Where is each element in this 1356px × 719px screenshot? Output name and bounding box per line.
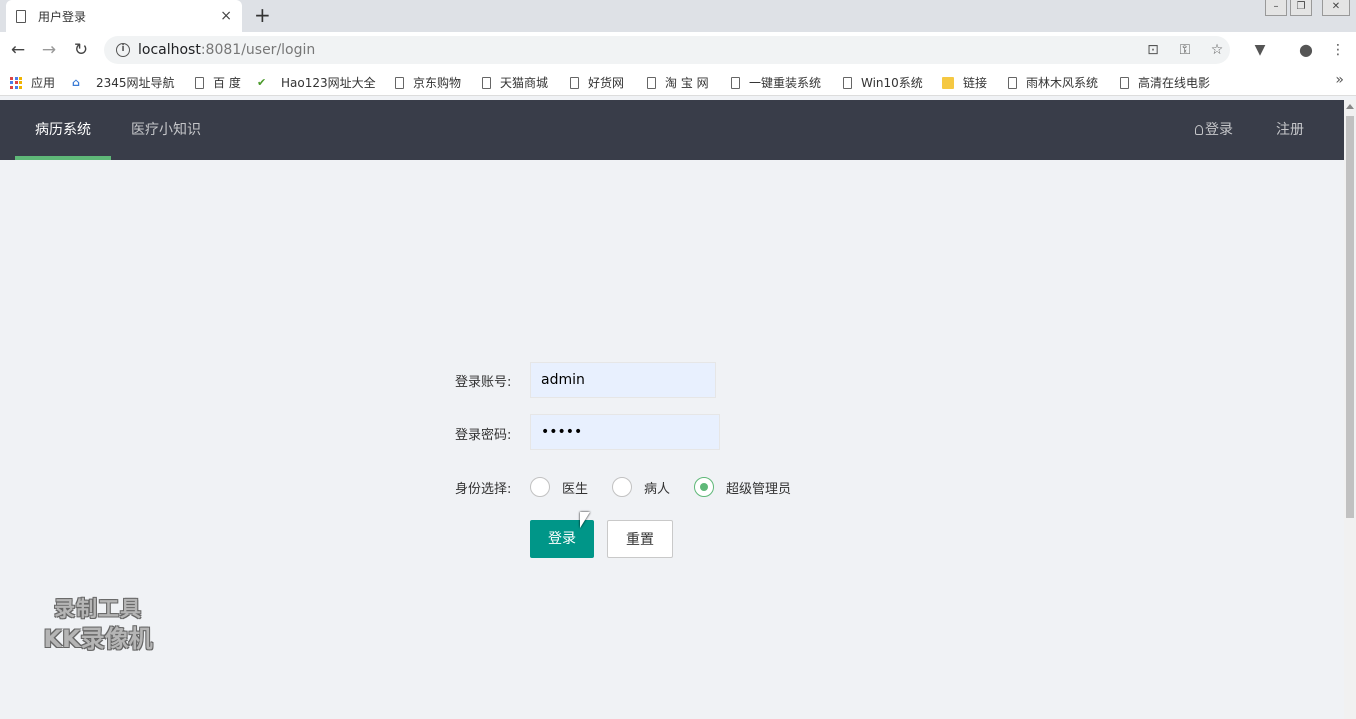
url-host: localhost [138, 42, 201, 58]
reset-button[interactable]: 重置 [607, 520, 673, 558]
nav-active-indicator [15, 156, 111, 160]
bookmark-label: 淘 宝 网 [665, 76, 709, 90]
bookmark-baidu[interactable]: 百 度 [195, 74, 241, 91]
bookmark-label: 百 度 [213, 76, 241, 90]
role-label: 身份选择: [455, 482, 512, 497]
radio-circle-icon [612, 477, 632, 497]
page-icon [482, 76, 491, 89]
scroll-up-icon[interactable] [1346, 104, 1354, 109]
bookmark-ylmf[interactable]: 雨林木风系统 [1008, 74, 1098, 91]
bookmark-label: 天猫商城 [500, 76, 549, 90]
bookmark-label: 2345网址导航 [96, 76, 175, 90]
nav-item-medical-records[interactable]: 病历系统 [35, 100, 91, 160]
bookmark-label: 链接 [963, 76, 988, 90]
minimize-icon[interactable]: – [1265, 0, 1287, 16]
forward-icon[interactable]: → [37, 38, 61, 62]
bookmark-label: 京东购物 [413, 76, 462, 90]
bookmark-apps[interactable]: 应用 [10, 74, 55, 91]
role-radio-super-admin[interactable]: 超级管理员 [694, 477, 791, 497]
page-icon [16, 9, 26, 23]
bookmark-label: 一键重装系统 [749, 76, 822, 90]
account-label: 登录账号: [455, 375, 512, 390]
role-option-label: 病人 [644, 481, 671, 497]
browser-toolbar: ← → ↻ i localhost:8081/user/login ⊡ ⚿ ☆ … [0, 32, 1356, 68]
reload-icon[interactable]: ↻ [69, 38, 93, 62]
browser-tab[interactable]: 用户登录 × [6, 0, 242, 32]
user-icon [1195, 125, 1203, 135]
app-navbar: 病历系统 医疗小知识 登录 注册 [0, 100, 1344, 160]
restore-icon[interactable]: ❐ [1290, 0, 1312, 16]
role-option-label: 医生 [562, 481, 589, 497]
page-content: 病历系统 医疗小知识 登录 注册 登录账号: admin 登录密码: •••••… [0, 100, 1344, 719]
bookmark-movies[interactable]: 高清在线电影 [1120, 74, 1210, 91]
browser-tabstrip: 用户登录 × + – ❐ ✕ [0, 0, 1356, 32]
nav-register-link[interactable]: 注册 [1276, 100, 1304, 160]
key-icon[interactable]: ⚿ [1175, 40, 1195, 60]
info-icon[interactable]: i [116, 43, 130, 57]
close-icon[interactable]: × [220, 8, 232, 24]
bookmark-links[interactable]: 链接 [942, 74, 987, 91]
password-input[interactable]: ••••• [530, 414, 720, 450]
bookmarks-more-icon[interactable]: » [1335, 72, 1344, 88]
window-close-icon[interactable]: ✕ [1322, 0, 1350, 16]
radio-checked-icon [694, 477, 714, 497]
bookmark-label: Win10系统 [861, 76, 923, 90]
nav-login-link[interactable]: 登录 [1195, 100, 1233, 160]
folder-icon [942, 76, 954, 89]
page-icon [1008, 76, 1017, 89]
page-icon [570, 76, 579, 89]
nav-item-medical-knowledge[interactable]: 医疗小知识 [131, 100, 201, 160]
apps-icon [10, 76, 22, 89]
bookmark-jd[interactable]: 京东购物 [395, 74, 461, 91]
bookmark-reinstall[interactable]: 一键重装系统 [731, 74, 821, 91]
page-icon [395, 76, 404, 89]
bookmark-win10[interactable]: Win10系统 [843, 74, 923, 91]
tab-title: 用户登录 [38, 9, 87, 24]
star-icon[interactable]: ☆ [1207, 40, 1227, 60]
bookmark-2345[interactable]: ⌂ 2345网址导航 [72, 74, 175, 91]
page-icon [647, 76, 656, 89]
page-icon [1120, 76, 1129, 89]
role-radio-doctor[interactable]: 医生 [530, 477, 588, 497]
page-scrollbar[interactable] [1344, 100, 1356, 719]
url-path: :8081/user/login [200, 42, 316, 58]
recorder-watermark: 录制工具 KK录像机 [28, 594, 168, 654]
address-bar[interactable]: i localhost:8081/user/login [104, 36, 1230, 64]
mouse-cursor-icon [580, 512, 590, 528]
bookmark-label: 高清在线电影 [1138, 76, 1211, 90]
bookmark-taobao[interactable]: 淘 宝 网 [647, 74, 709, 91]
page-icon [843, 76, 852, 89]
menu-icon[interactable]: ⋮ [1328, 40, 1348, 60]
nav-login-label: 登录 [1205, 122, 1233, 138]
bookmark-hao123[interactable]: ✔ Hao123网址大全 [257, 74, 376, 91]
new-tab-button[interactable]: + [254, 3, 271, 27]
bookmarks-bar: 应用 ⌂ 2345网址导航 百 度 ✔ Hao123网址大全 京东购物 天猫商城… [0, 68, 1356, 96]
scroll-thumb[interactable] [1346, 116, 1354, 518]
bookmark-label: 应用 [31, 76, 56, 90]
bookmark-label: 雨林木风系统 [1026, 76, 1099, 90]
page-icon [195, 76, 204, 89]
bookmark-label: Hao123网址大全 [281, 76, 376, 90]
watermark-line1: 录制工具 [54, 597, 142, 621]
watermark-line2: KK录像机 [43, 625, 153, 653]
profile-icon[interactable]: ● [1296, 40, 1316, 60]
2345-icon: ⌂ [72, 75, 80, 89]
page-icon [731, 76, 740, 89]
radio-circle-icon [530, 477, 550, 497]
bookmark-tmall[interactable]: 天猫商城 [482, 74, 548, 91]
role-option-label: 超级管理员 [726, 481, 792, 497]
bookmark-label: 好货网 [588, 76, 625, 90]
role-radio-patient[interactable]: 病人 [612, 477, 670, 497]
extension-icon[interactable]: ▼ [1250, 40, 1270, 60]
hao123-icon: ✔ [257, 75, 267, 89]
translate-icon[interactable]: ⊡ [1143, 40, 1163, 60]
back-icon[interactable]: ← [6, 38, 30, 62]
account-input[interactable]: admin [530, 362, 716, 398]
password-label: 登录密码: [455, 428, 512, 443]
bookmark-haohuo[interactable]: 好货网 [570, 74, 624, 91]
